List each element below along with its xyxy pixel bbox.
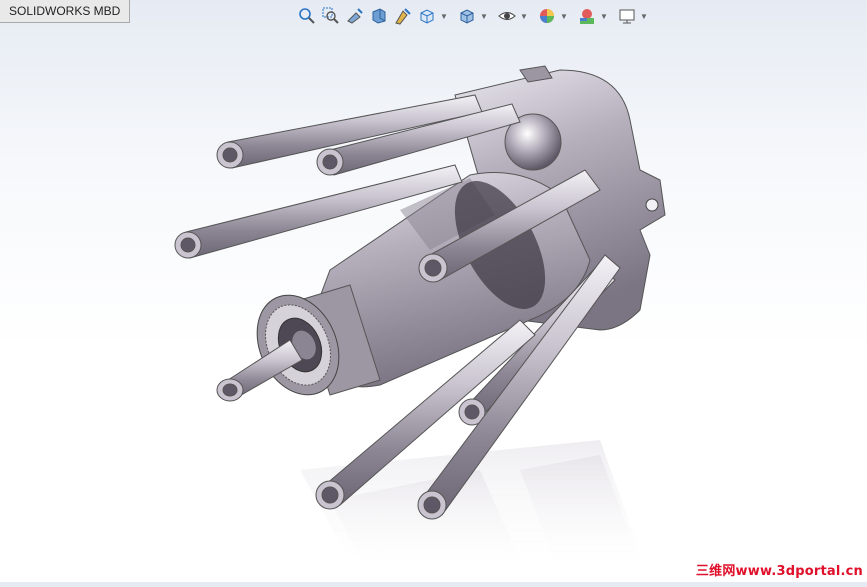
graphics-area[interactable] xyxy=(0,0,867,582)
appearance-icon[interactable] xyxy=(536,5,558,27)
view-settings-dropdown-icon[interactable]: ▼ xyxy=(640,5,648,27)
zoom-fit-icon[interactable] xyxy=(296,5,318,27)
model-render xyxy=(174,65,666,580)
heads-up-view-toolbar: ▼ ▼ ▼ ▼ ▼ ▼ xyxy=(296,4,654,28)
scene-icon[interactable] xyxy=(576,5,598,27)
view-orientation-icon[interactable] xyxy=(416,5,438,27)
section-view-icon[interactable] xyxy=(368,5,390,27)
monitor-icon[interactable] xyxy=(616,5,638,27)
scene-dropdown-icon[interactable]: ▼ xyxy=(600,5,608,27)
view-orientation-dropdown-icon[interactable]: ▼ xyxy=(440,5,448,27)
display-style-icon[interactable] xyxy=(456,5,478,27)
previous-view-icon[interactable] xyxy=(344,5,366,27)
zoom-area-icon[interactable] xyxy=(320,5,342,27)
appearance-dropdown-icon[interactable]: ▼ xyxy=(560,5,568,27)
mbd-tab-label[interactable]: SOLIDWORKS MBD xyxy=(0,0,131,23)
eye-icon[interactable] xyxy=(496,5,518,27)
watermark-text: 三维网www.3dportal.cn xyxy=(695,564,863,579)
hide-show-dropdown-icon[interactable]: ▼ xyxy=(520,5,528,27)
annotation-views-icon[interactable] xyxy=(392,5,414,27)
display-style-dropdown-icon[interactable]: ▼ xyxy=(480,5,488,27)
